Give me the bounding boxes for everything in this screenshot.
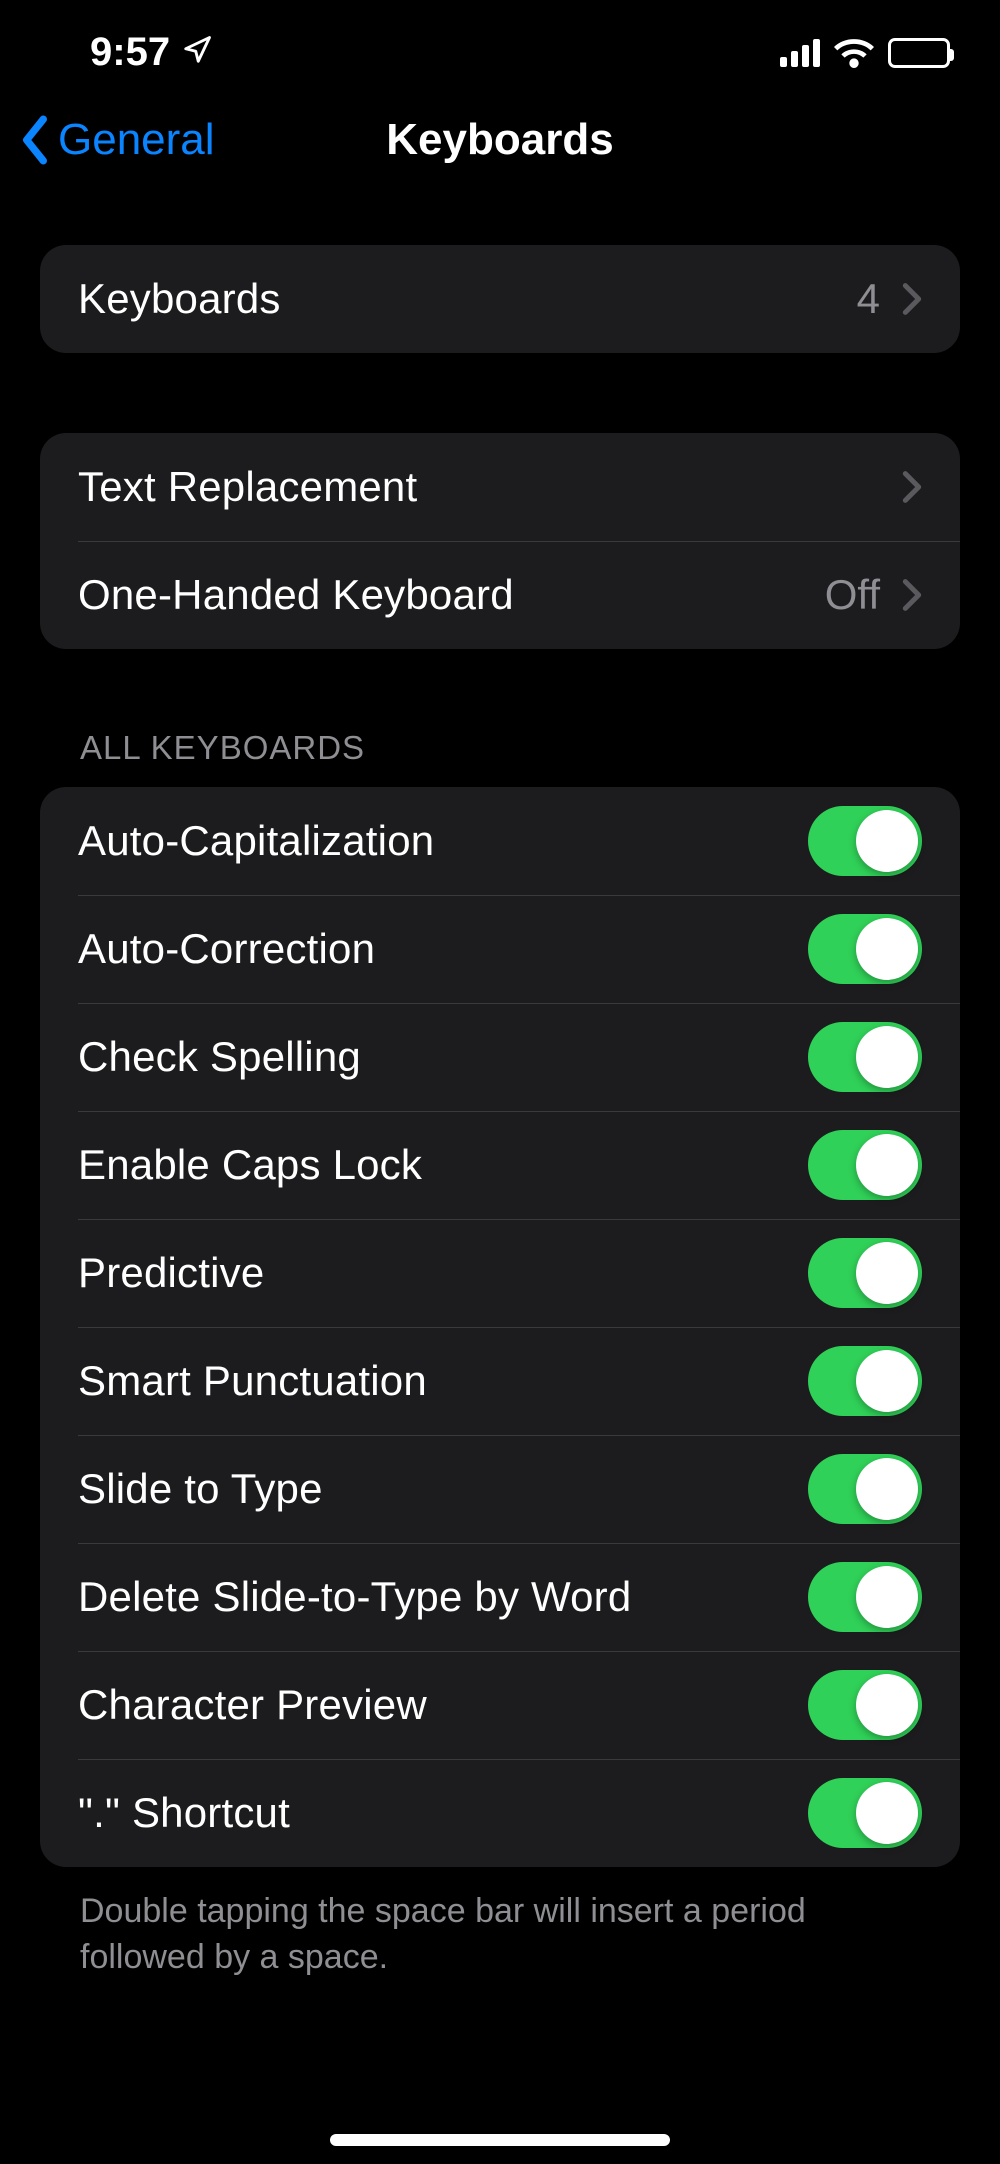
row-label: Auto-Capitalization [78,817,434,865]
status-bar: 9:57 [0,0,1000,95]
row-text-replacement[interactable]: Text Replacement [40,433,960,541]
toggle-character-preview[interactable] [808,1670,922,1740]
back-label: General [58,115,215,165]
group-all-keyboards: Auto-Capitalization Auto-Correction Chec… [40,787,960,1867]
chevron-right-icon [902,577,922,613]
row-label: "." Shortcut [78,1789,290,1837]
row-label: Text Replacement [78,463,417,511]
row-right [902,469,922,505]
battery-icon [888,38,950,68]
wifi-icon [834,38,874,68]
home-indicator[interactable] [330,2134,670,2146]
row-label: Predictive [78,1249,264,1297]
row-label: Character Preview [78,1681,427,1729]
chevron-left-icon [20,115,50,165]
section-footer: Double tapping the space bar will insert… [40,1867,960,1981]
row-value: 4 [857,275,880,323]
cellular-signal-icon [780,39,820,67]
back-button[interactable]: General [20,115,215,165]
row-enable-caps-lock: Enable Caps Lock [40,1111,960,1219]
row-delete-slide-to-type-by-word: Delete Slide-to-Type by Word [40,1543,960,1651]
row-label: Keyboards [78,275,281,323]
row-auto-correction: Auto-Correction [40,895,960,1003]
row-slide-to-type: Slide to Type [40,1435,960,1543]
toggle-period-shortcut[interactable] [808,1778,922,1848]
status-right [780,38,950,68]
nav-bar: General Keyboards [0,95,1000,195]
row-value: Off [825,571,880,619]
toggle-slide-to-type[interactable] [808,1454,922,1524]
row-label: Slide to Type [78,1465,323,1513]
row-label: Smart Punctuation [78,1357,427,1405]
row-label: Delete Slide-to-Type by Word [78,1573,631,1621]
toggle-delete-slide-word[interactable] [808,1562,922,1632]
toggle-smart-punctuation[interactable] [808,1346,922,1416]
toggle-check-spelling[interactable] [808,1022,922,1092]
row-period-shortcut: "." Shortcut [40,1759,960,1867]
row-one-handed-keyboard[interactable]: One-Handed Keyboard Off [40,541,960,649]
row-smart-punctuation: Smart Punctuation [40,1327,960,1435]
location-icon [182,30,212,75]
row-label: Check Spelling [78,1033,361,1081]
toggle-auto-correction[interactable] [808,914,922,984]
content: Keyboards 4 Text Replacement One-Handed … [0,195,1000,1981]
status-time: 9:57 [90,30,170,75]
row-right: 4 [857,275,922,323]
group-text-settings: Text Replacement One-Handed Keyboard Off [40,433,960,649]
chevron-right-icon [902,469,922,505]
section-header-all-keyboards: ALL KEYBOARDS [40,729,960,787]
row-check-spelling: Check Spelling [40,1003,960,1111]
toggle-predictive[interactable] [808,1238,922,1308]
row-label: One-Handed Keyboard [78,571,514,619]
row-predictive: Predictive [40,1219,960,1327]
row-character-preview: Character Preview [40,1651,960,1759]
row-label: Enable Caps Lock [78,1141,422,1189]
chevron-right-icon [902,281,922,317]
status-left: 9:57 [90,30,212,75]
group-keyboards: Keyboards 4 [40,245,960,353]
row-auto-capitalization: Auto-Capitalization [40,787,960,895]
toggle-enable-caps-lock[interactable] [808,1130,922,1200]
row-label: Auto-Correction [78,925,375,973]
toggle-auto-capitalization[interactable] [808,806,922,876]
row-keyboards[interactable]: Keyboards 4 [40,245,960,353]
row-right: Off [825,571,922,619]
